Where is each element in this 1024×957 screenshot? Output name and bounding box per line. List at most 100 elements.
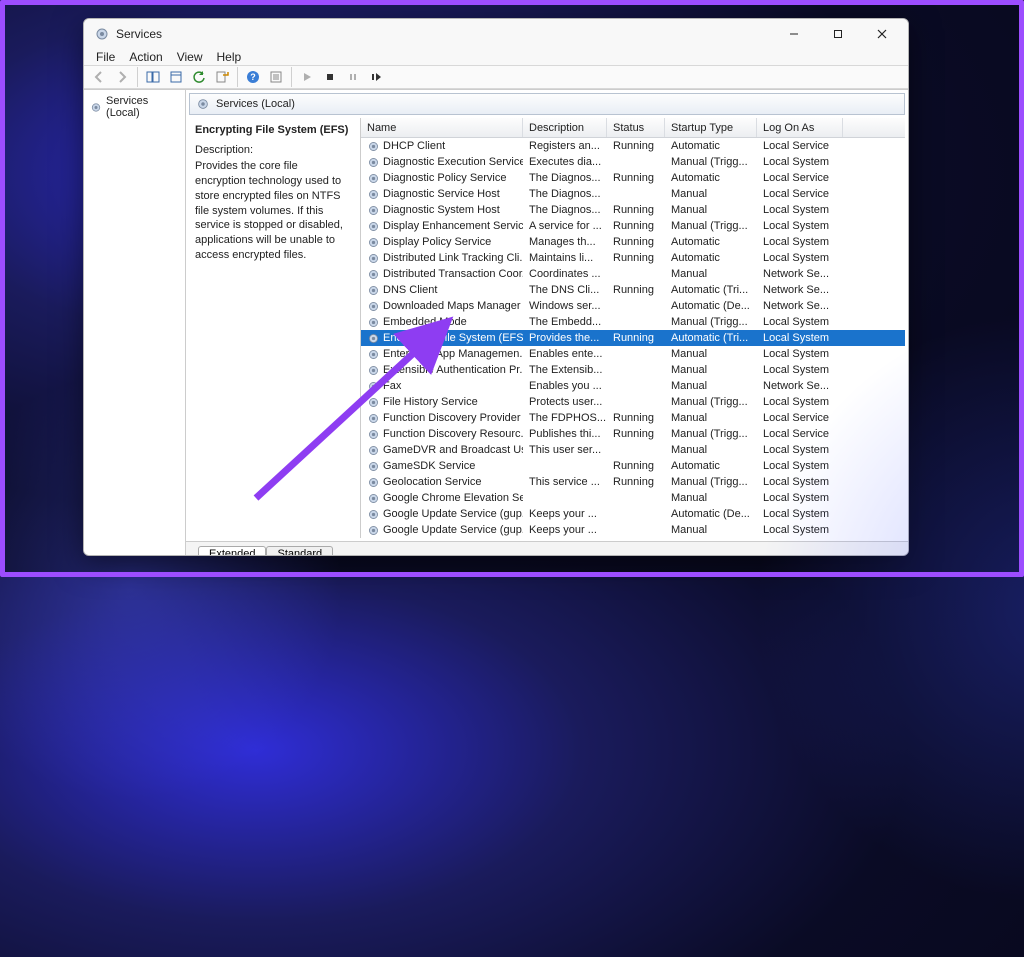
service-row[interactable]: GameSDK ServiceRunningAutomaticLocal Sys… <box>361 458 905 474</box>
service-startup: Manual <box>665 268 757 280</box>
service-status: Running <box>607 140 665 152</box>
menu-view[interactable]: View <box>171 49 209 65</box>
service-row[interactable]: Diagnostic Policy Service The Diagnos...R… <box>361 170 905 186</box>
service-logon: Local System <box>757 460 843 472</box>
service-row[interactable]: Enterprise App Managemen...Enables ente.… <box>361 346 905 362</box>
tree-root-node[interactable]: Services (Local) <box>88 94 181 120</box>
service-startup: Manual <box>665 348 757 360</box>
show-hide-tree-button[interactable] <box>142 66 164 88</box>
service-row[interactable]: Display Policy ServiceManages th...Runni… <box>361 234 905 250</box>
service-name: File History Service <box>383 396 478 408</box>
service-startup: Manual (Trigg... <box>665 316 757 328</box>
tree-root-label: Services (Local) <box>106 95 179 119</box>
service-row[interactable]: Google Chrome Elevation Se...ManualLocal… <box>361 490 905 506</box>
service-desc: The Diagnos... <box>523 188 607 200</box>
tab-standard[interactable]: Standard <box>266 546 333 556</box>
service-list[interactable]: DHCP ClientRegisters an...RunningAutomat… <box>361 138 905 538</box>
restart-service-button[interactable] <box>365 66 387 88</box>
list-header: Services (Local) <box>189 93 905 115</box>
view-tabs: Extended Standard <box>186 541 908 556</box>
service-startup: Manual (Trigg... <box>665 428 757 440</box>
service-row[interactable]: FaxEnables you ...ManualNetwork Se... <box>361 378 905 394</box>
properties2-button[interactable] <box>265 66 287 88</box>
service-startup: Automatic <box>665 172 757 184</box>
menubar: File Action View Help <box>84 49 908 65</box>
service-row[interactable]: Distributed Transaction Coor...Coordinat… <box>361 266 905 282</box>
col-logon[interactable]: Log On As <box>757 118 843 137</box>
service-row[interactable]: Distributed Link Tracking Cli...Maintain… <box>361 250 905 266</box>
service-row[interactable]: Diagnostic Service HostThe Diagnos...Man… <box>361 186 905 202</box>
service-logon: Local System <box>757 524 843 536</box>
service-name: DHCP Client <box>383 140 445 152</box>
stop-service-button[interactable] <box>319 66 341 88</box>
service-row[interactable]: GameDVR and Broadcast Us...This user ser… <box>361 442 905 458</box>
refresh-button[interactable] <box>188 66 210 88</box>
service-row[interactable]: Geolocation ServiceThis service ...Runni… <box>361 474 905 490</box>
service-logon: Network Se... <box>757 268 843 280</box>
service-startup: Automatic (De... <box>665 508 757 520</box>
col-name[interactable]: Name <box>361 118 523 137</box>
service-startup: Automatic <box>665 460 757 472</box>
services-window: Services File Action View Help ? <box>83 18 909 556</box>
menu-help[interactable]: Help <box>211 49 248 65</box>
col-startup[interactable]: Startup Type <box>665 118 757 137</box>
service-status: Running <box>607 476 665 488</box>
export-button[interactable] <box>211 66 233 88</box>
close-button[interactable] <box>860 19 904 49</box>
service-row[interactable]: Display Enhancement ServiceA service for… <box>361 218 905 234</box>
service-desc: The FDPHOS... <box>523 412 607 424</box>
col-status[interactable]: Status <box>607 118 665 137</box>
service-startup: Automatic <box>665 236 757 248</box>
forward-button[interactable] <box>111 66 133 88</box>
help-button[interactable]: ? <box>242 66 264 88</box>
service-logon: Local System <box>757 316 843 328</box>
service-name: Downloaded Maps Manager <box>383 300 521 312</box>
maximize-button[interactable] <box>816 19 860 49</box>
service-row[interactable]: Extensible Authentication Pr...The Exten… <box>361 362 905 378</box>
service-logon: Local System <box>757 236 843 248</box>
properties-button[interactable] <box>165 66 187 88</box>
pause-service-button[interactable] <box>342 66 364 88</box>
service-status: Running <box>607 220 665 232</box>
content: Services (Local) Services (Local) Encryp… <box>84 89 908 556</box>
service-name: Encrypting File System (EFS) <box>383 332 523 344</box>
service-logon: Local System <box>757 156 843 168</box>
service-logon: Local System <box>757 508 843 520</box>
service-row[interactable]: Embedded ModeThe Embedd...Manual (Trigg.… <box>361 314 905 330</box>
service-logon: Local System <box>757 396 843 408</box>
service-status: Running <box>607 172 665 184</box>
minimize-button[interactable] <box>772 19 816 49</box>
service-logon: Network Se... <box>757 284 843 296</box>
service-name: Extensible Authentication Pr... <box>383 364 523 376</box>
service-row[interactable]: Function Discovery Provider ...The FDPHO… <box>361 410 905 426</box>
service-desc: Coordinates ... <box>523 268 607 280</box>
service-name: Enterprise App Managemen... <box>383 348 523 360</box>
back-button[interactable] <box>88 66 110 88</box>
tab-extended[interactable]: Extended <box>198 546 266 556</box>
service-row[interactable]: File History ServiceProtects user...Manu… <box>361 394 905 410</box>
service-row[interactable]: DHCP ClientRegisters an...RunningAutomat… <box>361 138 905 154</box>
service-row[interactable]: Downloaded Maps ManagerWindows ser...Aut… <box>361 298 905 314</box>
toolbar: ? <box>84 65 908 89</box>
service-desc: Protects user... <box>523 396 607 408</box>
service-row[interactable]: Google Update Service (gup...Keeps your … <box>361 506 905 522</box>
col-description[interactable]: Description <box>523 118 607 137</box>
service-name: Distributed Link Tracking Cli... <box>383 252 523 264</box>
menu-action[interactable]: Action <box>123 49 168 65</box>
service-status: Running <box>607 284 665 296</box>
service-row[interactable]: Diagnostic Execution ServiceExecutes dia… <box>361 154 905 170</box>
service-status: Running <box>607 332 665 344</box>
service-row[interactable]: Function Discovery Resourc...Publishes t… <box>361 426 905 442</box>
service-logon: Local Service <box>757 188 843 200</box>
service-row[interactable]: DNS ClientThe DNS Cli...RunningAutomatic… <box>361 282 905 298</box>
service-desc: The Diagnos... <box>523 172 607 184</box>
service-row[interactable]: Encrypting File System (EFS)Provides the… <box>361 330 905 346</box>
service-name: Diagnostic Policy Service <box>383 172 507 184</box>
start-service-button[interactable] <box>296 66 318 88</box>
service-logon: Network Se... <box>757 380 843 392</box>
tree-pane: Services (Local) <box>84 90 186 556</box>
service-logon: Local System <box>757 364 843 376</box>
menu-file[interactable]: File <box>90 49 121 65</box>
service-row[interactable]: Diagnostic System HostThe Diagnos...Runn… <box>361 202 905 218</box>
service-row[interactable]: Google Update Service (gup...Keeps your … <box>361 522 905 538</box>
